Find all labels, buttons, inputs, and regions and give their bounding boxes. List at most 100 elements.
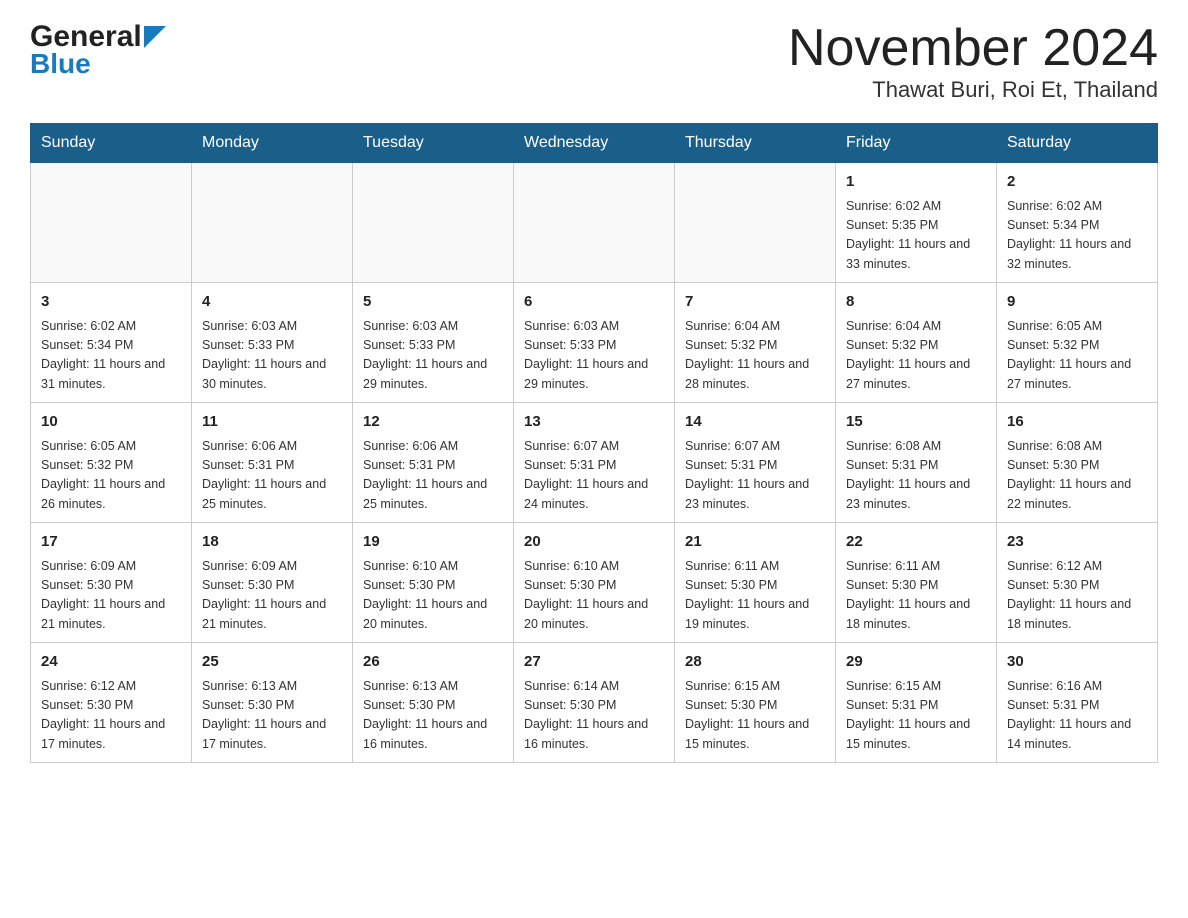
col-header-sunday: Sunday <box>31 124 192 163</box>
calendar-day-cell: 7 Sunrise: 6:04 AMSunset: 5:32 PMDaylight… <box>675 283 836 403</box>
day-number: 9 <box>1007 291 1147 314</box>
calendar-day-cell: 18Sunrise: 6:09 AMSunset: 5:30 PMDayligh… <box>192 523 353 643</box>
day-number: 1 <box>846 171 986 194</box>
col-header-wednesday: Wednesday <box>514 124 675 163</box>
logo: General Blue <box>30 20 166 80</box>
day-info: Sunrise: 6:15 AMSunset: 5:30 PMDaylight:… <box>685 677 825 755</box>
calendar-header-row: SundayMondayTuesdayWednesdayThursdayFrid… <box>31 124 1158 163</box>
calendar-day-cell: 6Sunrise: 6:03 AMSunset: 5:33 PMDaylight… <box>514 283 675 403</box>
day-number: 3 <box>41 291 181 314</box>
day-info: Sunrise: 6:03 AMSunset: 5:33 PMDaylight:… <box>524 317 664 395</box>
calendar-day-cell: 29 Sunrise: 6:15 AMSunset: 5:31 PMDayligh… <box>836 643 997 763</box>
day-info: Sunrise: 6:07 AMSunset: 5:31 PMDaylight:… <box>685 437 825 515</box>
day-number: 27 <box>524 651 664 674</box>
calendar-day-cell: 11 Sunrise: 6:06 AMSunset: 5:31 PMDayligh… <box>192 403 353 523</box>
calendar-day-cell: 3 Sunrise: 6:02 AMSunset: 5:34 PMDaylight… <box>31 283 192 403</box>
day-number: 12 <box>363 411 503 434</box>
col-header-monday: Monday <box>192 124 353 163</box>
month-title: November 2024 <box>788 20 1158 77</box>
calendar-day-cell: 30 Sunrise: 6:16 AMSunset: 5:31 PMDayligh… <box>997 643 1158 763</box>
day-number: 30 <box>1007 651 1147 674</box>
calendar-day-cell: 12 Sunrise: 6:06 AMSunset: 5:31 PMDayligh… <box>353 403 514 523</box>
calendar-day-cell <box>675 163 836 283</box>
day-number: 10 <box>41 411 181 434</box>
calendar-day-cell: 8 Sunrise: 6:04 AMSunset: 5:32 PMDaylight… <box>836 283 997 403</box>
day-number: 17 <box>41 531 181 554</box>
day-info: Sunrise: 6:08 AMSunset: 5:30 PMDaylight:… <box>1007 437 1147 515</box>
calendar-day-cell <box>353 163 514 283</box>
day-info: Sunrise: 6:13 AMSunset: 5:30 PMDaylight:… <box>202 677 342 755</box>
day-info: Sunrise: 6:10 AMSunset: 5:30 PMDaylight:… <box>524 557 664 635</box>
calendar-day-cell: 17Sunrise: 6:09 AMSunset: 5:30 PMDayligh… <box>31 523 192 643</box>
day-number: 7 <box>685 291 825 314</box>
page-header: General Blue November 2024 Thawat Buri, … <box>30 20 1158 103</box>
day-info: Sunrise: 6:11 AMSunset: 5:30 PMDaylight:… <box>685 557 825 635</box>
day-info: Sunrise: 6:13 AMSunset: 5:30 PMDaylight:… <box>363 677 503 755</box>
calendar-week-row: 1Sunrise: 6:02 AMSunset: 5:35 PMDaylight… <box>31 163 1158 283</box>
calendar-day-cell: 27 Sunrise: 6:14 AMSunset: 5:30 PMDayligh… <box>514 643 675 763</box>
day-number: 28 <box>685 651 825 674</box>
calendar-week-row: 10 Sunrise: 6:05 AMSunset: 5:32 PMDayligh… <box>31 403 1158 523</box>
location-title: Thawat Buri, Roi Et, Thailand <box>788 77 1158 103</box>
calendar-week-row: 17Sunrise: 6:09 AMSunset: 5:30 PMDayligh… <box>31 523 1158 643</box>
day-info: Sunrise: 6:14 AMSunset: 5:30 PMDaylight:… <box>524 677 664 755</box>
day-info: Sunrise: 6:07 AMSunset: 5:31 PMDaylight:… <box>524 437 664 515</box>
calendar-day-cell: 16 Sunrise: 6:08 AMSunset: 5:30 PMDayligh… <box>997 403 1158 523</box>
day-info: Sunrise: 6:02 AMSunset: 5:34 PMDaylight:… <box>41 317 181 395</box>
col-header-friday: Friday <box>836 124 997 163</box>
calendar-day-cell: 25 Sunrise: 6:13 AMSunset: 5:30 PMDayligh… <box>192 643 353 763</box>
day-number: 8 <box>846 291 986 314</box>
title-section: November 2024 Thawat Buri, Roi Et, Thail… <box>788 20 1158 103</box>
day-number: 16 <box>1007 411 1147 434</box>
day-number: 18 <box>202 531 342 554</box>
calendar-week-row: 24 Sunrise: 6:12 AMSunset: 5:30 PMDayligh… <box>31 643 1158 763</box>
calendar-day-cell: 2 Sunrise: 6:02 AMSunset: 5:34 PMDaylight… <box>997 163 1158 283</box>
day-number: 29 <box>846 651 986 674</box>
day-number: 21 <box>685 531 825 554</box>
calendar-day-cell: 19Sunrise: 6:10 AMSunset: 5:30 PMDayligh… <box>353 523 514 643</box>
day-info: Sunrise: 6:15 AMSunset: 5:31 PMDaylight:… <box>846 677 986 755</box>
logo-blue-text: Blue <box>30 48 166 80</box>
day-info: Sunrise: 6:04 AMSunset: 5:32 PMDaylight:… <box>846 317 986 395</box>
day-number: 25 <box>202 651 342 674</box>
day-number: 20 <box>524 531 664 554</box>
day-info: Sunrise: 6:10 AMSunset: 5:30 PMDaylight:… <box>363 557 503 635</box>
day-info: Sunrise: 6:06 AMSunset: 5:31 PMDaylight:… <box>202 437 342 515</box>
calendar-day-cell: 22Sunrise: 6:11 AMSunset: 5:30 PMDayligh… <box>836 523 997 643</box>
day-number: 24 <box>41 651 181 674</box>
calendar-table: SundayMondayTuesdayWednesdayThursdayFrid… <box>30 123 1158 763</box>
day-info: Sunrise: 6:05 AMSunset: 5:32 PMDaylight:… <box>41 437 181 515</box>
calendar-day-cell: 26Sunrise: 6:13 AMSunset: 5:30 PMDayligh… <box>353 643 514 763</box>
calendar-day-cell: 4Sunrise: 6:03 AMSunset: 5:33 PMDaylight… <box>192 283 353 403</box>
calendar-day-cell: 15Sunrise: 6:08 AMSunset: 5:31 PMDayligh… <box>836 403 997 523</box>
calendar-day-cell: 24 Sunrise: 6:12 AMSunset: 5:30 PMDayligh… <box>31 643 192 763</box>
day-info: Sunrise: 6:06 AMSunset: 5:31 PMDaylight:… <box>363 437 503 515</box>
day-info: Sunrise: 6:12 AMSunset: 5:30 PMDaylight:… <box>41 677 181 755</box>
day-number: 23 <box>1007 531 1147 554</box>
calendar-day-cell: 1Sunrise: 6:02 AMSunset: 5:35 PMDaylight… <box>836 163 997 283</box>
day-number: 5 <box>363 291 503 314</box>
day-number: 2 <box>1007 171 1147 194</box>
calendar-day-cell <box>192 163 353 283</box>
day-info: Sunrise: 6:16 AMSunset: 5:31 PMDaylight:… <box>1007 677 1147 755</box>
day-info: Sunrise: 6:08 AMSunset: 5:31 PMDaylight:… <box>846 437 986 515</box>
calendar-day-cell <box>514 163 675 283</box>
calendar-day-cell: 20 Sunrise: 6:10 AMSunset: 5:30 PMDayligh… <box>514 523 675 643</box>
day-info: Sunrise: 6:05 AMSunset: 5:32 PMDaylight:… <box>1007 317 1147 395</box>
calendar-day-cell: 21 Sunrise: 6:11 AMSunset: 5:30 PMDayligh… <box>675 523 836 643</box>
day-info: Sunrise: 6:03 AMSunset: 5:33 PMDaylight:… <box>363 317 503 395</box>
col-header-thursday: Thursday <box>675 124 836 163</box>
calendar-day-cell <box>31 163 192 283</box>
day-info: Sunrise: 6:03 AMSunset: 5:33 PMDaylight:… <box>202 317 342 395</box>
col-header-tuesday: Tuesday <box>353 124 514 163</box>
day-number: 13 <box>524 411 664 434</box>
day-number: 11 <box>202 411 342 434</box>
day-info: Sunrise: 6:12 AMSunset: 5:30 PMDaylight:… <box>1007 557 1147 635</box>
calendar-day-cell: 28 Sunrise: 6:15 AMSunset: 5:30 PMDayligh… <box>675 643 836 763</box>
day-info: Sunrise: 6:11 AMSunset: 5:30 PMDaylight:… <box>846 557 986 635</box>
logo-triangle-icon <box>144 26 166 48</box>
calendar-day-cell: 13 Sunrise: 6:07 AMSunset: 5:31 PMDayligh… <box>514 403 675 523</box>
day-info: Sunrise: 6:04 AMSunset: 5:32 PMDaylight:… <box>685 317 825 395</box>
day-info: Sunrise: 6:02 AMSunset: 5:34 PMDaylight:… <box>1007 197 1147 275</box>
day-number: 14 <box>685 411 825 434</box>
